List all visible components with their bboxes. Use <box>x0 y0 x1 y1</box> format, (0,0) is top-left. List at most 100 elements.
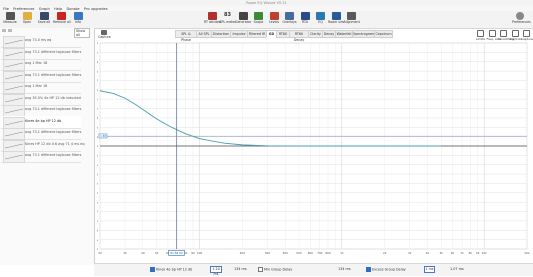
rt-window-icon <box>207 12 217 20</box>
tab-distortion[interactable]: Distortion <box>211 30 231 38</box>
info-icon <box>73 12 83 20</box>
limits-icon <box>477 30 484 37</box>
x-tick-label: 800 <box>325 251 331 255</box>
y-tick-label: 2ms <box>97 125 99 129</box>
measurement-name: avg 73.0 ms eq <box>25 38 52 42</box>
bottom-checkbox[interactable]: Excess Group Delay <box>366 267 406 272</box>
tab-decay[interactable]: Decay <box>322 30 336 38</box>
remove-all-button[interactable]: Remove all <box>53 12 71 24</box>
y-tick-label: -5 <box>97 191 98 195</box>
measurement-name: avg 1 Mar 18 <box>25 84 48 88</box>
y-tick-label: 3 <box>97 116 98 120</box>
y-tick-label: 8ms <box>97 69 99 73</box>
checkbox-icon[interactable] <box>150 267 155 272</box>
cursor-value-label: 1.88 <box>100 134 106 138</box>
y-tick-label: 5 <box>97 97 98 101</box>
room-sim-button[interactable]: Room sim <box>328 12 344 24</box>
generator-button[interactable]: Generator <box>235 12 251 24</box>
tab-filtered-ir[interactable]: Filtered IR <box>247 30 267 38</box>
scope-icon <box>254 12 263 20</box>
scope-button[interactable]: Scope <box>251 12 267 24</box>
tab-rt60[interactable]: RT60 <box>276 30 290 38</box>
x-tick-label: 4k <box>426 251 430 255</box>
x-tick-label: 50 <box>155 251 159 255</box>
y-tick-label: -2ms <box>97 163 99 167</box>
filter-icon[interactable] <box>8 29 12 32</box>
measurement-item[interactable]: avg 73.1 different loglouse filters <box>1 150 81 163</box>
measurement-name: Kines 4e bp HP 12 db <box>25 118 62 123</box>
x-tick-label: 40 <box>141 251 145 255</box>
cursor-x-label: 81.88 Hz <box>170 251 183 255</box>
window-title: Room EQ Wizard V5.31 <box>246 1 287 5</box>
capture-button[interactable]: Capture <box>98 30 111 39</box>
info-button[interactable]: Info <box>70 12 86 24</box>
checkbox-icon[interactable] <box>366 267 371 272</box>
y-tick-label: 11 <box>97 41 98 45</box>
x-tick-label: 600 <box>308 251 314 255</box>
measurement-name: avg 73.1 different loglouse filters <box>25 72 82 77</box>
x-tick-label: 200 <box>240 251 246 255</box>
open-folder-icon <box>22 12 32 20</box>
tab-all-spl[interactable]: All SPL <box>196 30 212 38</box>
tab-impulse[interactable]: Impulse <box>230 30 248 38</box>
remove-icon <box>56 12 66 20</box>
x-tick-label: 9k <box>476 251 480 255</box>
measure-button[interactable]: Measure <box>2 12 18 24</box>
tab-spectrogram[interactable]: Spectrogram <box>352 30 375 38</box>
alignment-button[interactable]: Alignment <box>344 12 360 24</box>
tab-rt60-decay[interactable]: RT60 Decay <box>289 30 309 42</box>
y-tick-label: 9 <box>97 60 98 64</box>
x-tick-label: 2k <box>383 251 387 255</box>
y-tick-label: 7 <box>97 79 98 83</box>
graph-tabs: SPL & Phase All SPL Distortion Impulse Filte… <box>175 30 405 42</box>
levels-button[interactable]: Levels <box>266 12 282 24</box>
tab-clarity[interactable]: Clarity <box>308 30 323 38</box>
x-tick-label: 400 <box>283 251 289 255</box>
y-tick-label: -10ms <box>97 238 99 242</box>
eq-button[interactable]: EQ <box>313 12 329 24</box>
rt-window-button[interactable]: RT window <box>204 12 221 24</box>
spl-meter-button[interactable]: 83 SPL meter <box>220 12 236 24</box>
open-button[interactable]: Open <box>19 12 35 24</box>
y-tick-label: -9 <box>97 228 98 232</box>
tab-waterfall[interactable]: Waterfall <box>335 30 353 38</box>
generator-icon <box>238 12 248 20</box>
y-tick-label: -7 <box>97 210 98 214</box>
save-icon <box>39 12 49 20</box>
x-tick-label: 500 <box>296 251 302 255</box>
x-tick-label: 5k <box>440 251 444 255</box>
bottom-checkbox[interactable]: Kines 4e bp HP 12 db <box>150 267 192 272</box>
spl-meter-icon: 83 <box>224 12 231 18</box>
panel-header: Show all <box>2 28 90 38</box>
x-tick-label: 10k <box>482 251 488 255</box>
value-readout: 134 ms <box>338 267 351 271</box>
tab-cepstrum[interactable]: Cepstrum <box>374 30 393 38</box>
y-tick-label: -4ms <box>97 182 99 186</box>
status-bar: Kines 4e bp HP 12 db 1.10 ms 134 ms Min Gro… <box>94 263 533 276</box>
y-tick-label: -8ms <box>97 219 99 223</box>
measurement-thumbnail <box>3 151 25 163</box>
y-tick-label: -6ms <box>97 200 99 204</box>
checkbox-icon[interactable] <box>258 267 263 272</box>
toolbar: Measure Open Save all Remove all Info RT win… <box>0 11 533 29</box>
sort-icon[interactable] <box>2 29 6 32</box>
rta-icon <box>300 12 310 20</box>
x-tick-label: 20k <box>524 251 530 255</box>
value-field[interactable]: 1 ms <box>424 266 435 273</box>
measurement-name: avg 73.1 different loglouse filters <box>25 49 82 54</box>
rta-button[interactable]: RTA <box>297 12 313 24</box>
preferences-button[interactable]: Preferences <box>512 12 531 24</box>
x-tick-label: 700 <box>317 251 323 255</box>
x-tick-label: 7k <box>460 251 464 255</box>
bottom-checkbox[interactable]: Min Group Delay <box>258 267 292 272</box>
x-tick-label: 90 <box>191 251 195 255</box>
measurements-panel: Show all avg 73.0 ms eq avg 73.1 differen… <box>0 28 95 265</box>
overlays-icon <box>285 12 294 20</box>
overlays-button[interactable]: Overlays <box>282 12 298 24</box>
tab-spl-phase[interactable]: SPL & Phase <box>175 30 197 42</box>
measurement-name: avg 73.1 different loglouse filters <box>25 107 82 111</box>
save-all-button[interactable]: Save all <box>36 12 52 24</box>
group-delay-chart[interactable]: 11 10ms 9 8ms 7 6ms 5 4ms 3 2ms 1 0 -1 -2ms -3 -4ms -5 -6… <box>97 39 530 261</box>
value-field[interactable]: 1.10 ms <box>210 266 222 276</box>
x-tick-label: 6k <box>451 251 455 255</box>
